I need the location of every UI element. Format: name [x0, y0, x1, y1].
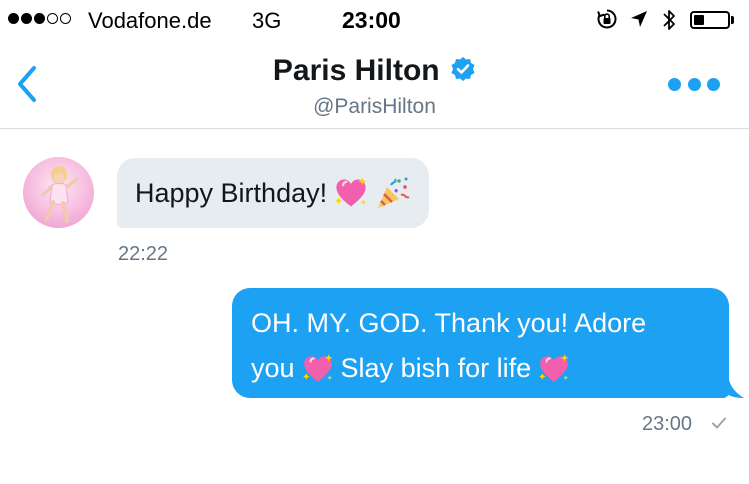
- bluetooth-icon: [663, 10, 675, 30]
- sent-check-icon: [712, 417, 726, 429]
- more-options-button[interactable]: [668, 72, 720, 96]
- message-text: OH. MY. GOD. Thank you! Adore: [251, 308, 647, 338]
- battery-icon: [690, 11, 730, 29]
- location-arrow-icon: [631, 11, 647, 27]
- signal-dot: [34, 13, 45, 24]
- message-timestamp: 23:00: [642, 413, 693, 435]
- party-popper-icon: [378, 177, 410, 208]
- signal-dot: [47, 13, 58, 24]
- battery-level: [694, 15, 704, 25]
- contact-title[interactable]: Paris Hilton: [0, 54, 749, 88]
- battery-tip: [731, 16, 734, 24]
- signal-dot: [8, 13, 19, 24]
- network-type: 3G: [252, 8, 282, 33]
- message-line: you Slay bish for life: [251, 346, 711, 391]
- status-clock: 23:00: [342, 7, 401, 33]
- signal-strength-icon: [8, 13, 71, 24]
- orientation-lock-icon: [597, 9, 617, 29]
- incoming-message-bubble[interactable]: Happy Birthday!: [117, 158, 430, 228]
- avatar[interactable]: [23, 157, 94, 228]
- contact-handle: @ParisHilton: [313, 95, 436, 118]
- message-text: Slay bish for life: [340, 353, 532, 383]
- avatar-photo: [41, 166, 79, 223]
- sparkling-heart-icon: [537, 352, 571, 386]
- signal-dot: [21, 13, 32, 24]
- status-bar: Vodafone.de 3G 23:00: [0, 0, 749, 40]
- verified-badge-icon: [451, 57, 475, 81]
- message-text: you: [251, 353, 295, 383]
- signal-dot: [60, 13, 71, 24]
- carrier-name: Vodafone.de: [88, 8, 212, 33]
- outgoing-message-bubble[interactable]: OH. MY. GOD. Thank you! Adore you Slay b…: [232, 288, 729, 398]
- sparkling-heart-icon: [333, 175, 369, 211]
- more-dots-icon: [668, 77, 681, 91]
- contact-name: Paris Hilton: [272, 54, 440, 87]
- message-line: OH. MY. GOD. Thank you! Adore: [251, 301, 711, 346]
- more-dots-icon: [687, 77, 701, 91]
- sparkling-heart-icon: [301, 352, 335, 386]
- bubble-tail: [722, 372, 744, 398]
- message-text: Happy Birthday!: [135, 177, 328, 208]
- more-dots-icon: [707, 77, 720, 91]
- message-timestamp: 22:22: [118, 243, 169, 265]
- conversation-header: Paris Hilton @ParisHilton: [0, 40, 749, 129]
